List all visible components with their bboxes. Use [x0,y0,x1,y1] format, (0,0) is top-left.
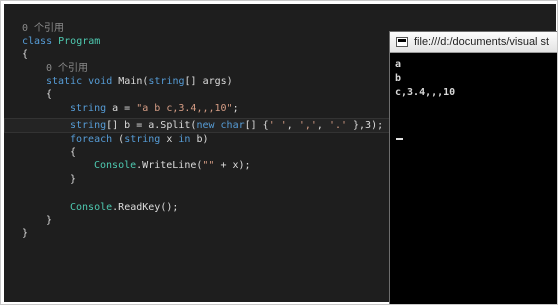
code-text: },3); [347,120,384,131]
keyword: string [70,120,107,131]
code-line-3: { [22,48,28,61]
keyword: void [88,76,113,87]
code-text: .WriteLine( [136,160,203,171]
reference-count[interactable]: 0 个引用 [22,23,64,34]
keyword: in [178,134,191,145]
code-line-11: Console.WriteLine("" + x); [94,159,251,172]
char-literal: '.' [328,120,347,131]
code-text: [] { [244,120,269,131]
code-line-14: } [46,214,52,227]
keyword: new [196,120,215,131]
char-literal: ' ' [268,120,287,131]
reference-count[interactable]: 0 个引用 [46,63,88,74]
code-line-10: { [70,146,76,159]
brace: { [46,89,53,100]
code-text: a = [106,103,137,114]
keyword: string [148,76,185,87]
code-line-2: class Program [22,35,100,48]
code-text: + x); [214,160,251,171]
char-literal: ',' [298,120,317,131]
brace: } [70,174,77,185]
code-text: [] args) [184,76,233,87]
code-text: b) [190,134,209,145]
screenshot: 0 个引用 class Program { 0 个引用 static void … [0,0,558,305]
console-titlebar[interactable]: file:///d:/documents/visual st [390,32,557,53]
code-line-6: { [46,88,52,101]
code-text: x [160,134,179,145]
code-text: ( [112,134,125,145]
console-app-icon[interactable] [396,37,408,47]
console-output-line: a [395,59,402,70]
console-window[interactable]: file:///d:/documents/visual st a b c,3.4… [389,31,557,304]
type-name: Program [58,36,101,47]
code-text: .ReadKey(); [112,202,179,213]
string-literal: "" [202,160,215,171]
method-name: Main( [118,76,149,87]
type-name: Console [94,160,137,171]
brace: { [22,49,29,60]
code-line-5: static void Main(string[] args) [46,75,233,88]
code-line-7: string a = "a b c,3.4,,,10"; [70,102,239,115]
keyword: string [70,103,107,114]
keyword: foreach [70,134,113,145]
type-name: Console [70,202,113,213]
code-text: , [316,120,329,131]
console-output-line: c,3.4,,,10 [395,87,456,98]
console-output-line: b [395,73,402,84]
code-text: [] b = a.Split( [106,120,197,131]
console-cursor [396,138,403,140]
code-line-8: string[] b = a.Split(new char[] {' ', ',… [70,119,383,132]
brace: } [46,215,53,226]
keyword: string [124,134,161,145]
string-literal: "a b c,3.4,,,10" [136,103,233,114]
code-line-12: } [70,173,76,186]
code-text: ; [232,103,239,114]
code-line-1: 0 个引用 [22,22,64,35]
code-line-13: Console.ReadKey(); [70,201,178,214]
code-line-15: } [22,227,28,240]
code-line-4: 0 个引用 [46,62,88,75]
keyword: char [220,120,245,131]
keyword: class [22,36,53,47]
brace: { [70,147,77,158]
code-line-9: foreach (string x in b) [70,133,209,146]
brace: } [22,228,29,239]
code-text: , [286,120,299,131]
console-title: file:///d:/documents/visual st [414,36,550,48]
keyword: static [46,76,83,87]
